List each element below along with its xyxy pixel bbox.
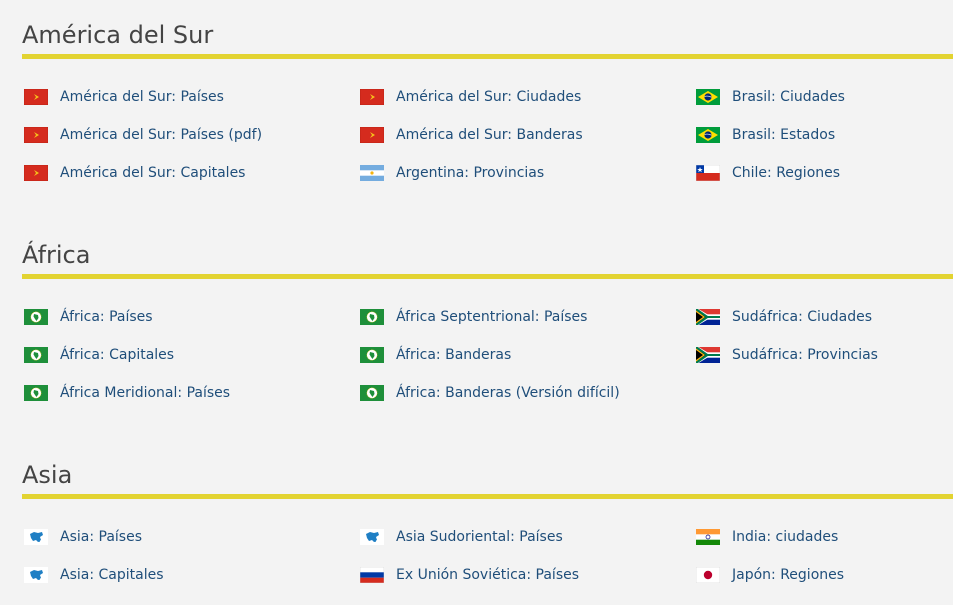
link-label: Asia Sudoriental: Países — [396, 529, 563, 545]
section-title: Asia — [22, 461, 73, 489]
argentina-flag-icon — [360, 165, 384, 181]
section-south-america: América del Sur América del Sur: Países … — [22, 20, 953, 181]
link-south-africa-cities[interactable]: Sudáfrica: Ciudades — [696, 307, 872, 327]
asia-flag-icon — [360, 529, 384, 545]
brazil-flag-icon — [696, 89, 720, 105]
japan-flag-icon — [696, 567, 720, 583]
south-america-flag-icon — [360, 89, 384, 105]
russia-flag-icon — [360, 567, 384, 583]
section-title: África — [22, 241, 91, 269]
african-union-flag-icon — [24, 347, 48, 363]
section-divider — [22, 494, 953, 499]
link-label: Brasil: Estados — [732, 127, 836, 143]
link-argentina-provinces[interactable]: Argentina: Provincias — [360, 163, 544, 183]
chile-flag-icon — [696, 165, 720, 181]
section-africa: África África: Países África: Capitales … — [22, 240, 953, 401]
link-chile-regions[interactable]: Chile: Regiones — [696, 163, 840, 183]
link-south-america-capitals[interactable]: América del Sur: Capitales — [24, 163, 245, 183]
link-label: África Meridional: Países — [60, 385, 231, 401]
link-label: América del Sur: Banderas — [396, 127, 583, 143]
link-label: Brasil: Ciudades — [732, 89, 845, 105]
link-label: África: Banderas — [396, 347, 512, 363]
south-africa-flag-icon — [696, 347, 720, 363]
link-label: América del Sur: Capitales — [60, 165, 246, 181]
brazil-flag-icon — [696, 127, 720, 143]
south-america-flag-icon — [360, 127, 384, 143]
african-union-flag-icon — [360, 347, 384, 363]
link-label: Asia: Países — [60, 529, 142, 545]
link-africa-capitals[interactable]: África: Capitales — [24, 345, 174, 365]
link-southeast-asia-countries[interactable]: Asia Sudoriental: Países — [360, 527, 563, 547]
link-label: Chile: Regiones — [732, 165, 841, 181]
section-title: América del Sur — [22, 21, 214, 49]
link-south-america-cities[interactable]: América del Sur: Ciudades — [360, 87, 581, 107]
south-america-flag-icon — [24, 127, 48, 143]
link-former-soviet-union-countries[interactable]: Ex Unión Soviética: Países — [360, 565, 579, 585]
link-india-cities[interactable]: India: ciudades — [696, 527, 838, 547]
link-label: África: Banderas (Versión difícil) — [396, 385, 620, 401]
african-union-flag-icon — [24, 385, 48, 401]
link-label: América del Sur: Ciudades — [396, 89, 582, 105]
link-south-america-countries[interactable]: América del Sur: Países — [24, 87, 224, 107]
link-label: Asia: Capitales — [60, 567, 164, 583]
link-africa-flags-hard[interactable]: África: Banderas (Versión difícil) — [360, 383, 620, 403]
african-union-flag-icon — [360, 309, 384, 325]
african-union-flag-icon — [360, 385, 384, 401]
section-asia: Asia Asia: Países Asia: Capitales Asia S… — [22, 460, 953, 583]
link-asia-countries[interactable]: Asia: Países — [24, 527, 142, 547]
asia-flag-icon — [24, 529, 48, 545]
link-japan-regions[interactable]: Japón: Regiones — [696, 565, 844, 585]
link-africa-flags[interactable]: África: Banderas — [360, 345, 511, 365]
link-label: Sudáfrica: Ciudades — [732, 309, 873, 325]
india-flag-icon — [696, 529, 720, 545]
link-label: África: Países — [60, 309, 153, 325]
link-south-america-countries-pdf[interactable]: América del Sur: Países (pdf) — [24, 125, 262, 145]
link-label: África Septentrional: Países — [396, 309, 588, 325]
section-divider — [22, 274, 953, 279]
african-union-flag-icon — [24, 309, 48, 325]
link-label: Argentina: Provincias — [396, 165, 545, 181]
section-divider — [22, 54, 953, 59]
link-brazil-cities[interactable]: Brasil: Ciudades — [696, 87, 845, 107]
link-southern-africa-countries[interactable]: África Meridional: Países — [24, 383, 230, 403]
link-label: América del Sur: Países (pdf) — [60, 127, 263, 143]
south-africa-flag-icon — [696, 309, 720, 325]
link-label: África: Capitales — [60, 347, 175, 363]
link-label: América del Sur: Países — [60, 89, 224, 105]
link-label: Sudáfrica: Provincias — [732, 347, 878, 363]
link-label: India: ciudades — [732, 529, 839, 545]
link-label: Ex Unión Soviética: Países — [396, 567, 580, 583]
south-america-flag-icon — [24, 89, 48, 105]
south-america-flag-icon — [24, 165, 48, 181]
link-south-africa-provinces[interactable]: Sudáfrica: Provincias — [696, 345, 878, 365]
link-south-america-flags[interactable]: América del Sur: Banderas — [360, 125, 583, 145]
link-label: Japón: Regiones — [732, 567, 845, 583]
asia-flag-icon — [24, 567, 48, 583]
link-north-africa-countries[interactable]: África Septentrional: Países — [360, 307, 587, 327]
link-africa-countries[interactable]: África: Países — [24, 307, 153, 327]
link-asia-capitals[interactable]: Asia: Capitales — [24, 565, 164, 585]
link-brazil-states[interactable]: Brasil: Estados — [696, 125, 835, 145]
